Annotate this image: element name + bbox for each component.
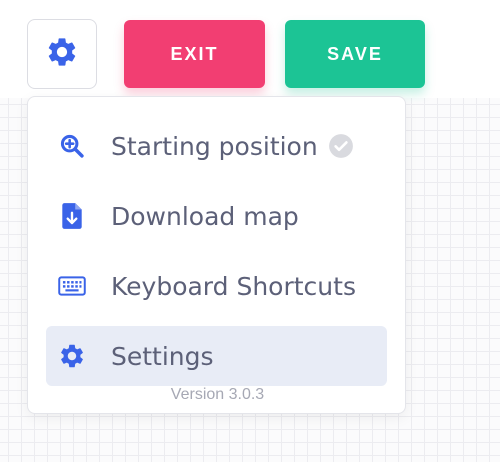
- exit-button[interactable]: EXIT: [124, 20, 265, 88]
- version-text: Version 3.0.3: [170, 386, 265, 403]
- save-button[interactable]: SAVE: [285, 20, 425, 88]
- menu-item-label: Download map: [111, 201, 299, 231]
- settings-dropdown-menu: Starting position Download map Keyboard …: [27, 96, 406, 414]
- menu-item-starting-position[interactable]: Starting position: [46, 116, 387, 176]
- menu-item-label: Keyboard Shortcuts: [111, 271, 356, 301]
- gear-icon: [45, 35, 79, 73]
- keyboard-icon: [58, 272, 86, 300]
- check-circle-icon: [328, 133, 354, 159]
- gear-icon: [58, 342, 86, 370]
- settings-toggle-button[interactable]: [27, 19, 97, 89]
- menu-item-label: Starting position: [111, 131, 318, 161]
- menu-item-keyboard-shortcuts[interactable]: Keyboard Shortcuts: [46, 256, 387, 316]
- menu-item-download-map[interactable]: Download map: [46, 186, 387, 246]
- menu-item-settings[interactable]: Settings: [46, 326, 387, 386]
- menu-item-label: Settings: [111, 341, 214, 371]
- zoom-in-icon: [58, 132, 86, 160]
- file-download-icon: [58, 202, 86, 230]
- top-toolbar: EXIT SAVE: [0, 0, 500, 98]
